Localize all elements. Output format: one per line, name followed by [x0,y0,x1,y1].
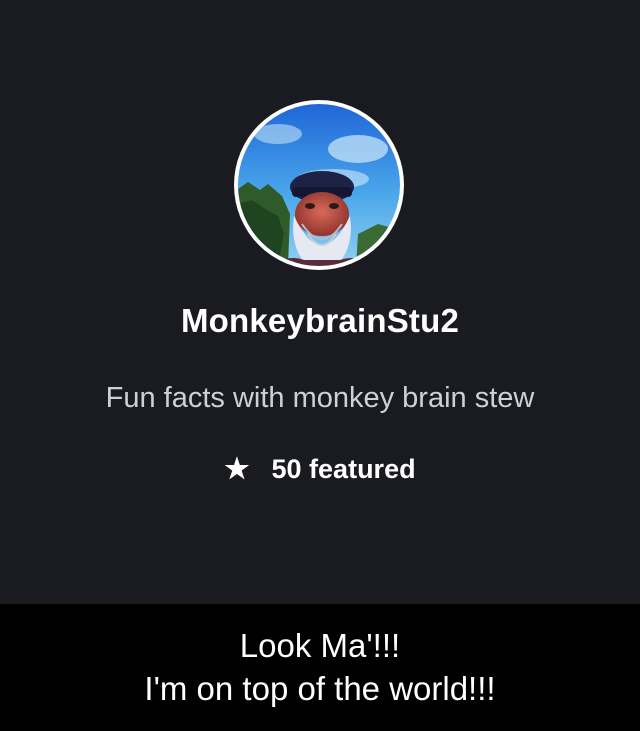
username[interactable]: MonkeybrainStu2 [0,302,640,340]
page: MonkeybrainStu2 Fun facts with monkey br… [0,0,640,731]
meme-caption-line-2: I'm on top of the world!!! [144,670,496,707]
star-icon: ★ [224,453,250,484]
featured-count[interactable]: ★ 50 featured [0,452,640,485]
meme-caption-bar [0,604,640,731]
profile-card: MonkeybrainStu2 Fun facts with monkey br… [0,0,640,604]
featured-count-label: 50 featured [271,454,416,484]
avatar[interactable] [238,104,400,266]
meme-caption-line-1: Look Ma'!!! [239,627,401,664]
avatar-photo [238,104,400,266]
profile-bio: Fun facts with monkey brain stew [105,382,535,414]
avatar-ring[interactable] [234,100,404,270]
